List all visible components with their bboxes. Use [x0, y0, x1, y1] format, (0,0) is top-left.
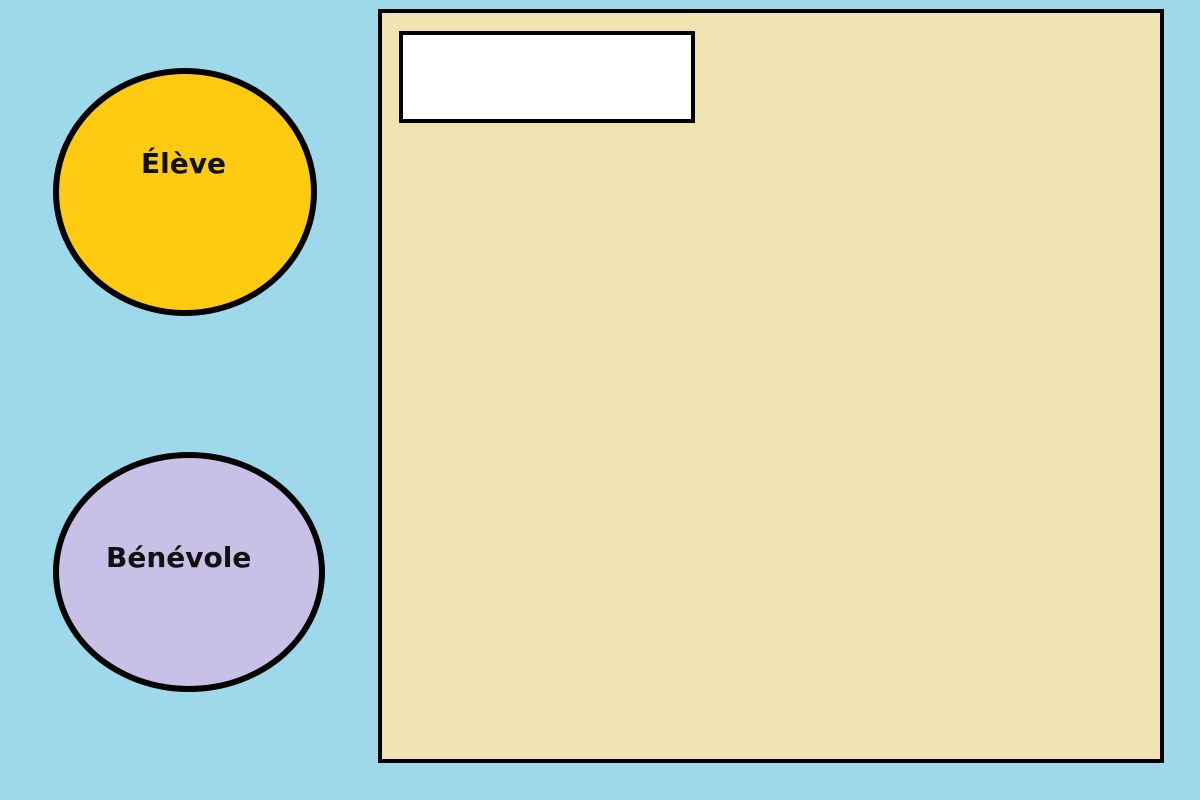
main-content-panel: [378, 9, 1164, 763]
eleve-role-button[interactable]: Élève: [53, 68, 317, 316]
panel-text-input[interactable]: [399, 31, 695, 123]
benevole-role-label: Bénévole: [106, 541, 252, 574]
eleve-role-label: Élève: [141, 147, 226, 180]
benevole-role-button[interactable]: Bénévole: [53, 452, 325, 692]
